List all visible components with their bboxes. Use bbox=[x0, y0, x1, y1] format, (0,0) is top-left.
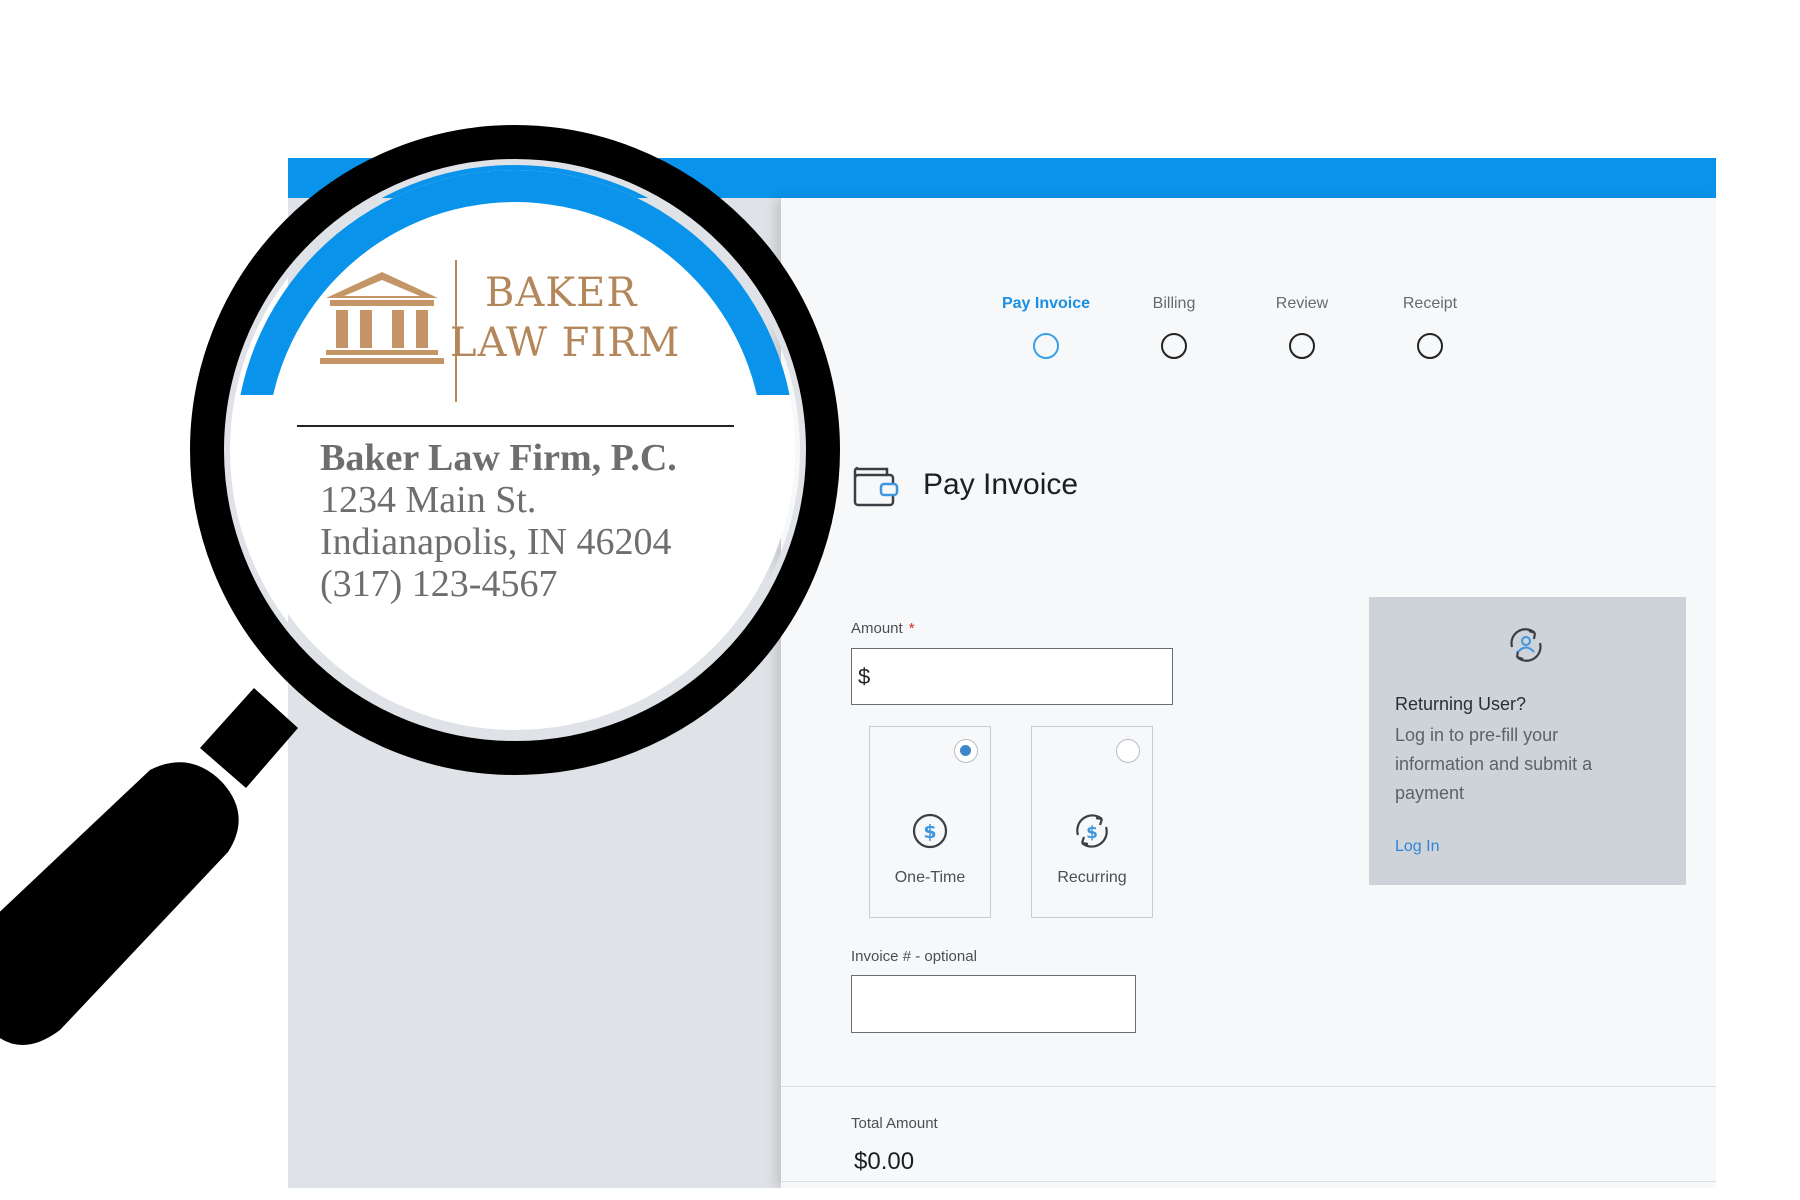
invoice-label: Invoice # - optional bbox=[851, 948, 977, 965]
payment-option-one-time[interactable]: $ One-Time bbox=[869, 726, 991, 918]
step-indicator bbox=[1033, 333, 1059, 359]
returning-user-icon bbox=[1510, 628, 1542, 662]
step-label: Billing bbox=[1152, 295, 1196, 312]
wallet-icon bbox=[853, 466, 899, 507]
total-value: $0.00 bbox=[854, 1148, 915, 1175]
step-indicator bbox=[1289, 333, 1315, 359]
page-title-row: Pay Invoice bbox=[851, 460, 1078, 510]
dollar-circle-icon: $ bbox=[912, 813, 948, 849]
log-in-link[interactable]: Log In bbox=[1395, 838, 1439, 856]
amount-label: Amount * bbox=[851, 620, 915, 637]
returning-user-description: Log in to pre-fill your information and … bbox=[1395, 725, 1593, 803]
payment-option-recurring[interactable]: $ Recurring bbox=[1031, 726, 1153, 918]
option-label: Recurring bbox=[1057, 869, 1127, 886]
recurring-radio[interactable] bbox=[1116, 739, 1140, 763]
svg-text:$: $ bbox=[1086, 823, 1098, 843]
top-bar bbox=[288, 158, 1716, 198]
returning-user-title: Returning User? bbox=[1395, 694, 1527, 714]
option-label: One-Time bbox=[894, 869, 966, 886]
one-time-radio[interactable] bbox=[954, 739, 978, 763]
required-mark: * bbox=[908, 620, 915, 637]
divider bbox=[781, 1086, 1716, 1087]
currency-prefix: $ bbox=[858, 663, 871, 689]
step-indicator bbox=[1161, 333, 1187, 359]
step-label: Pay Invoice bbox=[1001, 295, 1091, 312]
step-review: Review bbox=[1237, 293, 1367, 359]
step-receipt: Receipt bbox=[1365, 293, 1495, 359]
divider bbox=[781, 1181, 1716, 1182]
step-label: Receipt bbox=[1402, 295, 1458, 312]
step-pay-invoice: Pay Invoice bbox=[981, 293, 1111, 359]
step-billing: Billing bbox=[1109, 293, 1239, 359]
invoice-input[interactable] bbox=[851, 975, 1136, 1033]
svg-text:$: $ bbox=[923, 821, 936, 843]
returning-user-card: Returning User? Log in to pre-fill your … bbox=[1369, 597, 1686, 885]
amount-label-text: Amount bbox=[851, 620, 903, 637]
recurring-dollar-icon: $ bbox=[1076, 814, 1108, 848]
step-indicator bbox=[1417, 333, 1443, 359]
amount-input[interactable]: $ bbox=[851, 648, 1173, 705]
step-label: Review bbox=[1275, 295, 1329, 312]
total-label: Total Amount bbox=[851, 1115, 938, 1132]
page-title: Pay Invoice bbox=[923, 468, 1079, 501]
